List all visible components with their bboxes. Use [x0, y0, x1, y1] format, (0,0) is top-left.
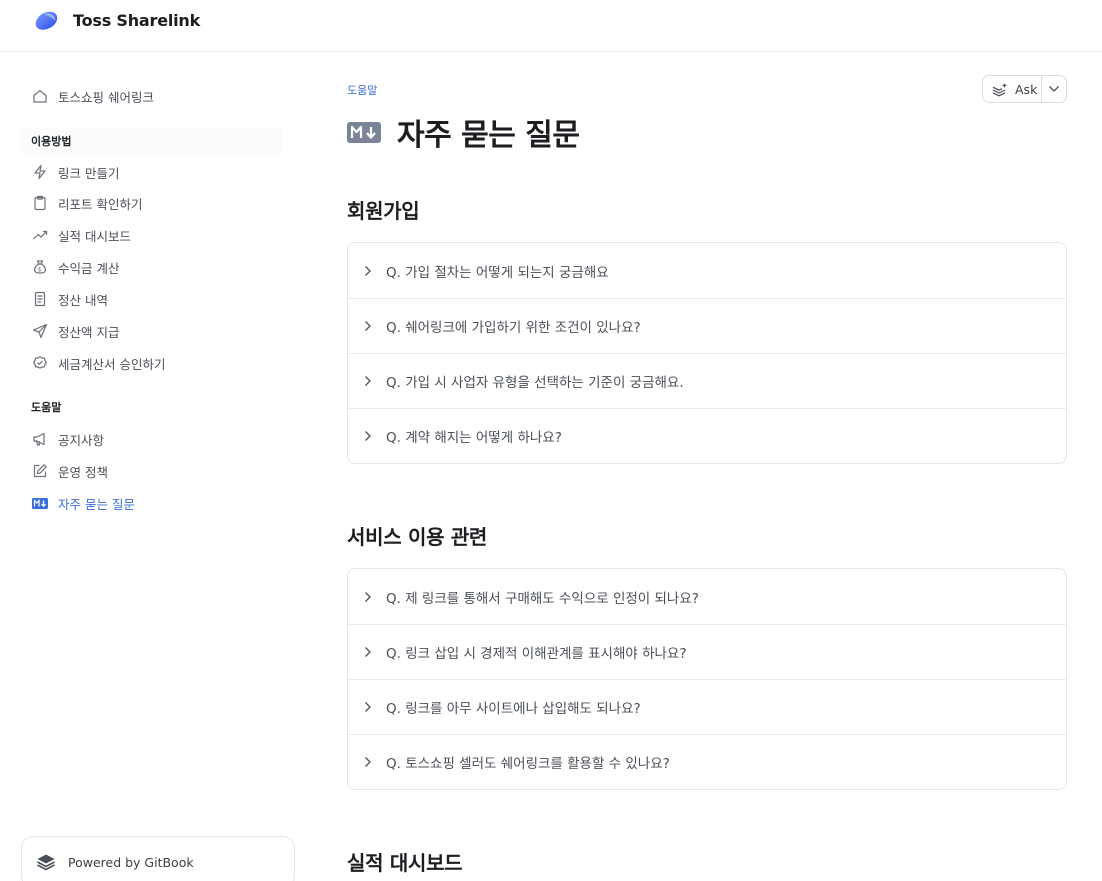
sidebar-item-label: 토스쇼핑 쉐어링크 [58, 89, 154, 105]
faq-list: Q. 제 링크를 통해서 구매해도 수익으로 인정이 되나요? Q. 링크 삽입… [347, 568, 1067, 790]
faq-question: Q. 링크 삽입 시 경제적 이해관계를 표시해야 하나요? [386, 646, 687, 662]
faq-item[interactable]: Q. 가입 시 사업자 유형을 선택하는 기준이 궁금해요. [348, 353, 1066, 408]
sidebar-item-payout[interactable]: 정산액 지급 [20, 317, 282, 345]
sidebar-item-label: 수익금 계산 [58, 260, 120, 276]
sidebar-item-faq[interactable]: 자주 묻는 질문 [20, 489, 282, 517]
sidebar-item-dashboard[interactable]: 실적 대시보드 [20, 221, 282, 249]
sidebar-item-label: 세금계산서 승인하기 [58, 356, 166, 372]
chevron-right-icon [364, 429, 374, 443]
home-icon [31, 87, 49, 105]
breadcrumb[interactable]: 도움말 [347, 82, 377, 98]
sidebar-item-label: 정산액 지급 [58, 324, 120, 340]
trending-up-icon [31, 226, 49, 244]
chevron-right-icon [364, 700, 374, 714]
sidebar-item-label: 운영 정책 [58, 464, 108, 480]
svg-text:$: $ [38, 266, 42, 273]
faq-item[interactable]: Q. 쉐어링크에 가입하기 위한 조건이 있나요? [348, 298, 1066, 353]
sidebar-item-report[interactable]: 리포트 확인하기 [20, 189, 282, 217]
markdown-icon [347, 121, 381, 143]
send-icon [31, 322, 49, 340]
chevron-down-icon [1049, 86, 1059, 92]
faq-list: Q. 가입 절차는 어떻게 되는지 궁금해요 Q. 쉐어링크에 가입하기 위한 … [347, 242, 1067, 464]
gitbook-icon [37, 854, 55, 871]
markdown-icon [31, 494, 49, 512]
sidebar-item-policy[interactable]: 운영 정책 [20, 457, 282, 485]
section-heading: 회원가입 [347, 199, 420, 223]
page-title-row: 자주 묻는 질문 [347, 112, 580, 153]
top-header: Toss Sharelink [0, 0, 1102, 52]
sidebar-item-home[interactable]: 토스쇼핑 쉐어링크 [20, 82, 282, 110]
faq-question: Q. 쉐어링크에 가입하기 위한 조건이 있나요? [386, 320, 641, 336]
faq-question: Q. 가입 시 사업자 유형을 선택하는 기준이 궁금해요. [386, 375, 684, 391]
sidebar-item-earnings-calc[interactable]: $ 수익금 계산 [20, 253, 282, 281]
faq-item[interactable]: Q. 토스쇼핑 셀러도 쉐어링크를 활용할 수 있나요? [348, 734, 1066, 789]
ask-label: Ask [1015, 81, 1038, 97]
faq-item[interactable]: Q. 링크 삽입 시 경제적 이해관계를 표시해야 하나요? [348, 624, 1066, 679]
chevron-right-icon [364, 645, 374, 659]
sidebar-item-tax-invoice[interactable]: 세금계산서 승인하기 [20, 349, 282, 377]
sidebar-item-label: 공지사항 [58, 432, 105, 448]
sidebar-item-label: 자주 묻는 질문 [58, 496, 135, 512]
page-title: 자주 묻는 질문 [397, 118, 580, 153]
sidebar-item-label: 정산 내역 [58, 292, 108, 308]
toss-logo-icon[interactable] [32, 8, 62, 34]
megaphone-icon [31, 430, 49, 448]
sidebar: 토스쇼핑 쉐어링크 이용방법 링크 만들기 리포트 확인하기 실적 대시보드 $… [20, 52, 282, 881]
ask-button-group: Ask [982, 75, 1067, 103]
faq-question: Q. 링크를 아무 사이트에나 삽입해도 되나요? [386, 701, 641, 717]
faq-item[interactable]: Q. 링크를 아무 사이트에나 삽입해도 되나요? [348, 679, 1066, 734]
faq-question: Q. 토스쇼핑 셀러도 쉐어링크를 활용할 수 있나요? [386, 756, 670, 772]
chevron-right-icon [364, 319, 374, 333]
chevron-right-icon [364, 264, 374, 278]
section-heading: 실적 대시보드 [347, 851, 463, 875]
lightning-icon [31, 163, 49, 181]
sidebar-item-label: 리포트 확인하기 [58, 196, 143, 212]
chevron-right-icon [364, 374, 374, 388]
app-title[interactable]: Toss Sharelink [73, 11, 200, 30]
faq-question: Q. 제 링크를 통해서 구매해도 수익으로 인정이 되나요? [386, 590, 699, 607]
chevron-right-icon [364, 755, 374, 769]
faq-item[interactable]: Q. 가입 절차는 어떻게 되는지 궁금해요 [348, 243, 1066, 298]
sidebar-item-create-link[interactable]: 링크 만들기 [20, 158, 282, 186]
section-heading: 서비스 이용 관련 [347, 525, 488, 549]
faq-item[interactable]: Q. 제 링크를 통해서 구매해도 수익으로 인정이 되나요? [348, 569, 1066, 624]
ask-dropdown-button[interactable] [1042, 76, 1066, 102]
chevron-right-icon [364, 590, 374, 604]
powered-by-label: Powered by GitBook [68, 854, 194, 870]
ask-sparkle-icon [992, 82, 1007, 96]
sidebar-item-label: 링크 만들기 [58, 165, 120, 181]
sidebar-item-settlement-history[interactable]: 정산 내역 [20, 285, 282, 313]
badge-check-icon [31, 354, 49, 372]
powered-by-gitbook[interactable]: Powered by GitBook [21, 836, 295, 881]
main-content: 도움말 자주 묻는 질문 Ask 회원가입 Q. 가입 절차는 어떻게 되는지 … [347, 52, 1067, 881]
faq-question: Q. 가입 절차는 어떻게 되는지 궁금해요 [386, 264, 609, 281]
sidebar-item-notices[interactable]: 공지사항 [20, 425, 282, 453]
faq-question: Q. 계약 해지는 어떻게 하나요? [386, 430, 562, 446]
ask-button[interactable]: Ask [983, 76, 1042, 102]
faq-item[interactable]: Q. 계약 해지는 어떻게 하나요? [348, 408, 1066, 463]
sidebar-item-label: 실적 대시보드 [58, 228, 131, 244]
sidebar-section-title: 이용방법 [20, 127, 282, 155]
receipt-icon [31, 290, 49, 308]
clipboard-icon [31, 194, 49, 212]
money-bag-icon: $ [31, 258, 49, 276]
sidebar-section-title: 도움말 [31, 401, 62, 414]
edit-icon [31, 462, 49, 480]
